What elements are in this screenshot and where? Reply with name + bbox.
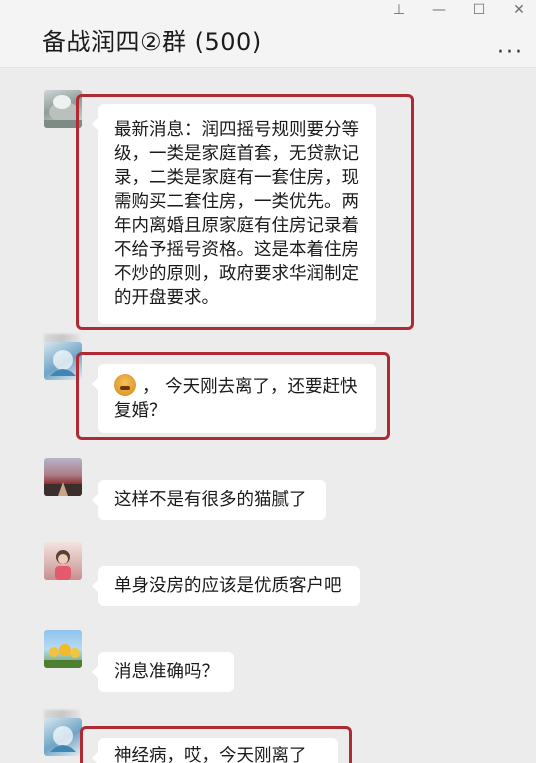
minimize-icon[interactable]: — [432,2,446,18]
avatar[interactable] [44,90,82,128]
emoji-icon [114,374,136,396]
avatar[interactable] [44,458,82,496]
message-text: 消息准确吗？ [114,662,219,682]
message-text: 这样不是有很多的猫腻了 [114,490,307,510]
message-text: 最新消息：润四摇号规则要分等级，一类是家庭首套，无贷款记录，二类是家庭有一套住房… [114,120,359,308]
group-title: 备战润四②群 (500) [42,28,262,56]
window-controls: ⊥ — ☐ ✕ [392,0,526,20]
message-text: 单身没房的应该是优质客户吧 [114,576,342,596]
avatar-image [50,350,76,376]
message-bubble[interactable]: 这样不是有很多的猫腻了 [92,480,326,520]
chat-header: 备战润四②群 (500) ⊥ — ☐ ✕ ··· [0,0,536,68]
chat-window: 备战润四②群 (500) ⊥ — ☐ ✕ ··· 最新消息：润四摇号规则要分等级… [0,0,536,763]
message-bubble[interactable]: 神经病，哎，今天刚离了 [92,738,338,763]
message-text: 神经病，哎，今天刚离了 [114,746,307,763]
message-bubble[interactable]: 消息准确吗？ [92,652,234,692]
avatar-image [44,644,82,668]
message-bubble[interactable]: ， 今天刚去离了，还要赶快复婚？ [92,364,376,433]
avatar[interactable] [44,342,82,380]
avatar[interactable] [44,542,82,580]
message-bubble[interactable]: 最新消息：润四摇号规则要分等级，一类是家庭首套，无贷款记录，二类是家庭有一套住房… [92,104,376,324]
more-options-icon[interactable]: ··· [497,40,524,65]
avatar-image [50,726,76,752]
close-icon[interactable]: ✕ [512,2,526,18]
avatar-image [44,95,82,128]
avatar[interactable] [44,630,82,668]
avatar-image [44,482,82,496]
message-text: ， 今天刚去离了，还要赶快复婚？ [114,377,358,421]
pin-icon[interactable]: ⊥ [392,2,406,18]
avatar[interactable] [44,718,82,756]
message-bubble[interactable]: 单身没房的应该是优质客户吧 [92,566,360,606]
avatar-image [55,550,71,580]
maximize-icon[interactable]: ☐ [472,2,486,18]
